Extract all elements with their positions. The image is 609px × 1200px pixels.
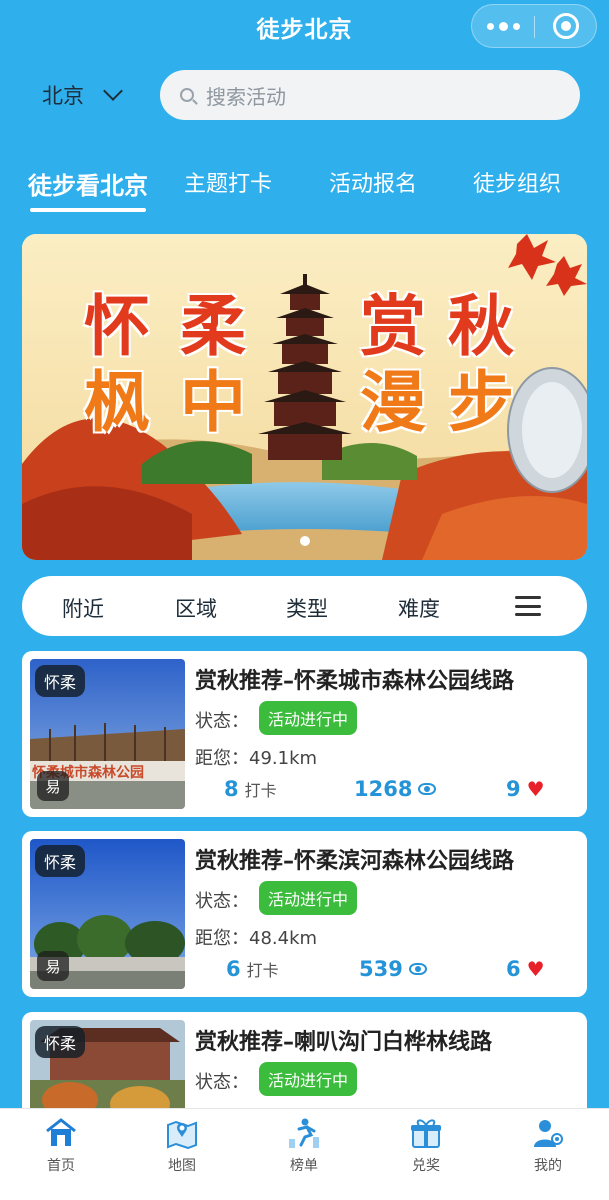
card-title: 赏秋推荐–怀柔城市森林公园线路 xyxy=(195,669,515,694)
nav-label: 地图 xyxy=(168,1158,196,1174)
close-mini-program-button[interactable] xyxy=(535,5,597,47)
nav-label: 我的 xyxy=(534,1158,562,1174)
more-dot-icon xyxy=(486,22,494,30)
region-badge: 怀柔 xyxy=(35,665,86,697)
search-input[interactable]: 搜索活动 xyxy=(160,70,580,120)
city-selector[interactable]: 北京 xyxy=(42,80,123,110)
heart-icon: ♥ xyxy=(526,777,545,801)
close-target-icon xyxy=(553,13,579,39)
card-title: 赏秋推荐–喇叭沟门白桦林线路 xyxy=(195,1030,493,1055)
view-count: 539 xyxy=(359,957,427,981)
status-badge: 活动进行中 xyxy=(259,701,358,735)
more-dot-icon xyxy=(498,21,508,31)
category-tabs: 徒步看北京 主题打卡 活动报名 徒步组织 xyxy=(0,160,609,216)
city-label: 北京 xyxy=(42,84,84,108)
like-count[interactable]: 6 ♥ xyxy=(506,957,545,981)
activity-thumbnail: 怀柔 易 xyxy=(30,839,185,989)
like-number: 6 xyxy=(506,957,521,981)
tab-hiking-organization[interactable]: 徒步组织 xyxy=(473,166,561,198)
status-badge: 活动进行中 xyxy=(259,881,358,915)
promo-banner[interactable]: 怀柔 赏秋 枫中 漫步 xyxy=(22,234,587,560)
chevron-down-icon xyxy=(103,81,123,101)
heart-icon: ♥ xyxy=(526,957,545,981)
carousel-dot xyxy=(299,536,310,546)
activity-thumbnail: 怀柔 xyxy=(30,1020,185,1122)
activity-thumbnail: 怀柔城市森林公园 怀柔 易 xyxy=(30,659,185,809)
nav-redeem[interactable]: 兑奖 xyxy=(386,1117,466,1175)
status-label: 状态： xyxy=(195,711,249,732)
banner-text-line2-right: 漫步 xyxy=(360,364,518,441)
nav-home[interactable]: 首页 xyxy=(21,1117,101,1175)
banner-text-line1-left: 怀柔 xyxy=(84,288,250,365)
mini-program-capsule xyxy=(471,4,597,48)
nav-label: 兑奖 xyxy=(412,1158,440,1174)
view-number: 539 xyxy=(359,957,403,981)
checkin-count: 6 打卡 xyxy=(226,957,279,981)
distance-label: 距您：49.1km xyxy=(195,748,318,769)
banner-text-line2-left: 枫中 xyxy=(84,364,250,441)
distance-label: 距您：48.4km xyxy=(195,928,318,949)
nav-ranking[interactable]: 榜单 xyxy=(264,1117,344,1175)
top-bar: 徒步北京 xyxy=(0,0,609,52)
like-number: 9 xyxy=(506,777,521,801)
nav-map[interactable]: 地图 xyxy=(142,1117,222,1175)
profile-icon xyxy=(534,1120,563,1147)
eye-icon xyxy=(408,963,427,975)
more-options-button[interactable] xyxy=(472,5,534,47)
nav-profile[interactable]: 我的 xyxy=(508,1117,588,1175)
checkin-label: 打卡 xyxy=(244,781,277,800)
search-icon xyxy=(180,88,194,102)
status-badge: 活动进行中 xyxy=(259,1062,358,1096)
filter-region[interactable]: 区域 xyxy=(175,593,217,623)
carousel-indicator[interactable] xyxy=(22,536,587,546)
view-number: 1268 xyxy=(354,777,413,801)
tab-theme-checkin[interactable]: 主题打卡 xyxy=(184,166,272,198)
status-label: 状态： xyxy=(195,891,249,912)
region-badge: 怀柔 xyxy=(35,1026,86,1058)
like-count[interactable]: 9 ♥ xyxy=(506,777,545,801)
difficulty-badge: 易 xyxy=(37,771,69,801)
bottom-navigation: 首页 地图 榜单 兑奖 我的 xyxy=(0,1108,609,1200)
checkin-number: 6 xyxy=(226,957,241,981)
status-label: 状态： xyxy=(195,1072,249,1093)
view-count: 1268 xyxy=(354,777,437,801)
activity-card[interactable]: 怀柔 易 赏秋推荐–怀柔滨河森林公园线路 状态： 活动进行中 距您：48.4km… xyxy=(22,831,587,997)
filter-bar: 附近 区域 类型 难度 xyxy=(22,576,587,636)
tab-hiking-beijing[interactable]: 徒步看北京 xyxy=(28,166,148,201)
difficulty-badge: 易 xyxy=(37,951,69,981)
active-tab-indicator xyxy=(30,208,146,212)
filter-nearby[interactable]: 附近 xyxy=(62,593,104,623)
nav-label: 首页 xyxy=(47,1158,75,1174)
banner-text-line1-right: 赏秋 xyxy=(360,288,518,365)
checkin-label: 打卡 xyxy=(246,961,279,980)
map-icon xyxy=(167,1120,197,1149)
more-dot-icon xyxy=(512,22,520,30)
checkin-number: 8 xyxy=(224,777,239,801)
ranking-icon xyxy=(289,1118,319,1148)
activity-card[interactable]: 怀柔城市森林公园 怀柔 易 赏秋推荐–怀柔城市森林公园线路 状态： 活动进行中 … xyxy=(22,651,587,817)
search-placeholder: 搜索活动 xyxy=(206,84,286,109)
card-title: 赏秋推荐–怀柔滨河森林公园线路 xyxy=(195,849,515,874)
tab-event-signup[interactable]: 活动报名 xyxy=(329,166,417,198)
menu-icon[interactable] xyxy=(515,596,541,616)
nav-label: 榜单 xyxy=(290,1158,318,1174)
checkin-count: 8 打卡 xyxy=(224,777,277,801)
region-badge: 怀柔 xyxy=(35,845,86,877)
home-icon xyxy=(46,1118,76,1146)
filter-difficulty[interactable]: 难度 xyxy=(398,593,440,623)
gift-icon xyxy=(411,1119,441,1148)
activity-card[interactable]: 怀柔 赏秋推荐–喇叭沟门白桦林线路 状态： 活动进行中 xyxy=(22,1012,587,1122)
eye-icon xyxy=(418,783,437,795)
filter-type[interactable]: 类型 xyxy=(286,593,328,623)
